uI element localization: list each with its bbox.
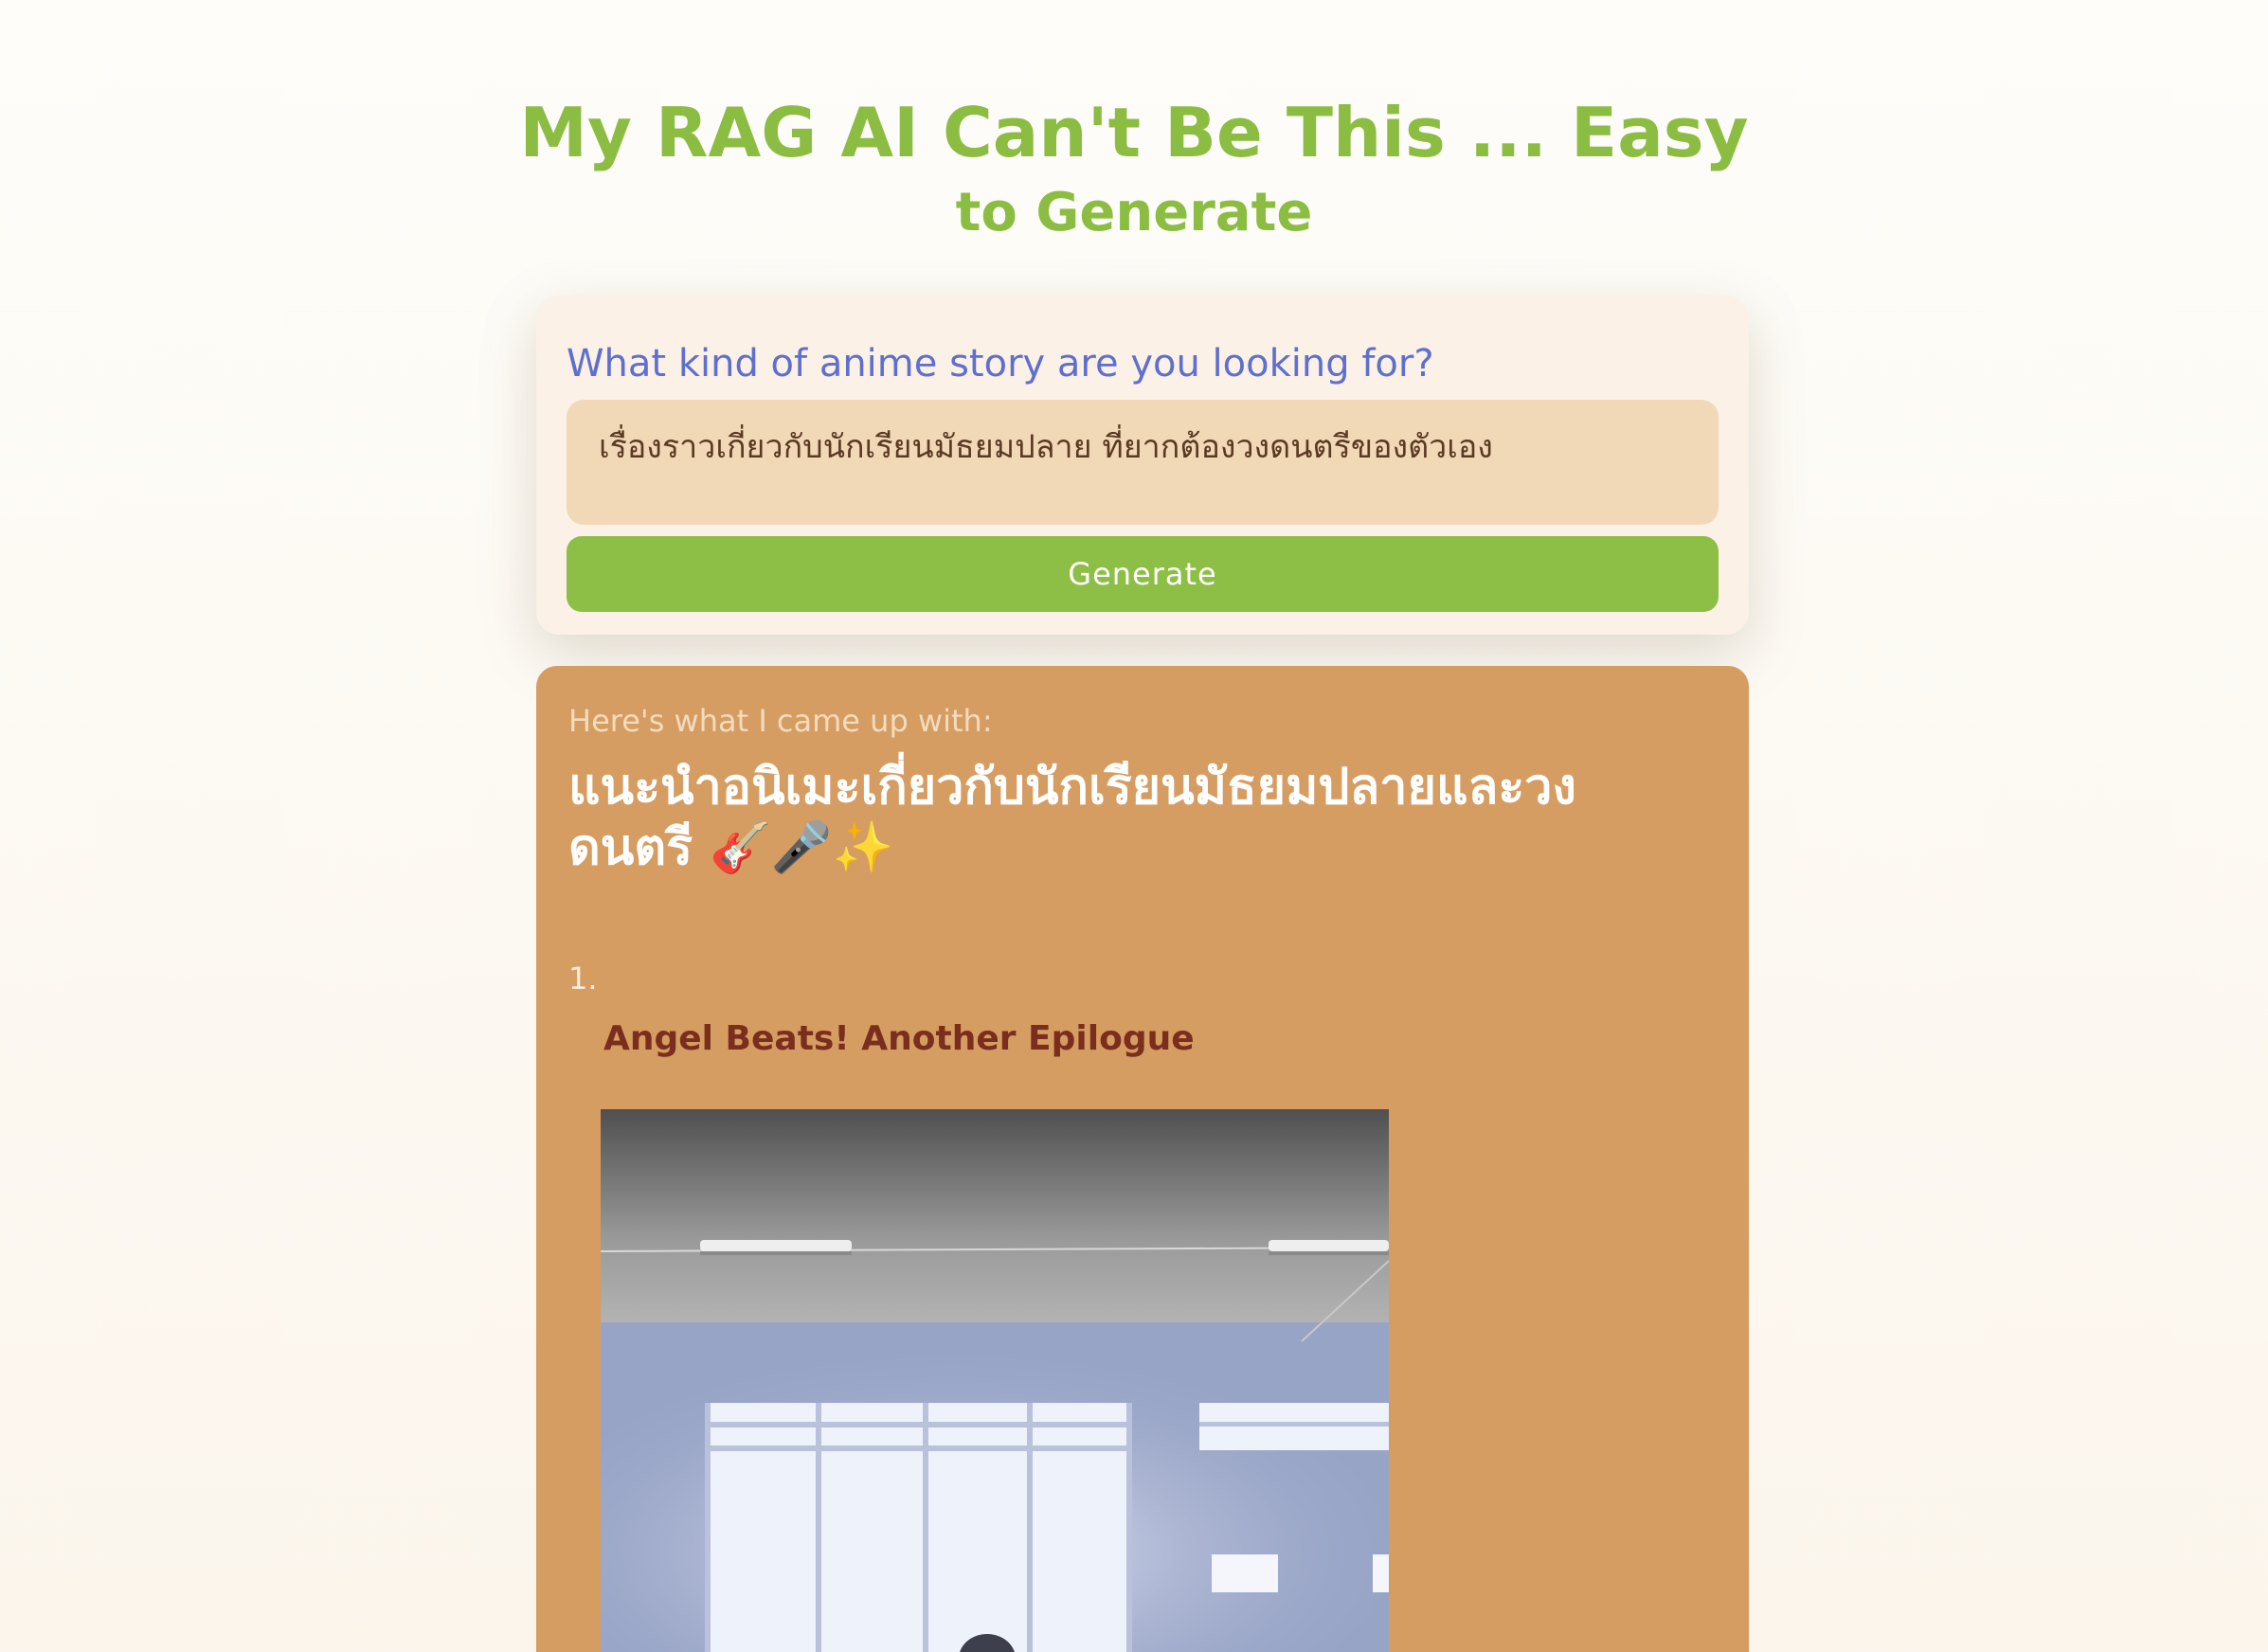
page-title-line1: My RAG AI Can't Be This ... Easy bbox=[519, 93, 1749, 172]
result-card: Here's what I came up with: แนะนำอนิเมะเ… bbox=[536, 666, 1749, 1652]
page-title: My RAG AI Can't Be This ... Easy to Gene… bbox=[0, 85, 2268, 246]
generate-button[interactable]: Generate bbox=[567, 536, 1719, 612]
classroom-illustration bbox=[601, 1109, 1389, 1652]
list-item: 1. Angel Beats! Another Epilogue bbox=[568, 960, 1717, 1062]
page-title-line2: to Generate bbox=[955, 182, 1313, 243]
result-heading: แนะนำอนิเมะเกี่ยวกับนักเรียนมัธยมปลายและ… bbox=[568, 759, 1576, 876]
anime-title: Angel Beats! Another Epilogue bbox=[603, 1019, 1195, 1058]
query-label: What kind of anime story are you looking… bbox=[567, 342, 1434, 386]
result-intro: Here's what I came up with: bbox=[568, 703, 993, 739]
story-query-input[interactable] bbox=[567, 400, 1719, 525]
list-item-number: 1. bbox=[568, 961, 598, 997]
result-list: 1. Angel Beats! Another Epilogue bbox=[568, 960, 1717, 1062]
classroom-image bbox=[601, 1109, 1389, 1652]
query-card: What kind of anime story are you looking… bbox=[536, 296, 1749, 635]
